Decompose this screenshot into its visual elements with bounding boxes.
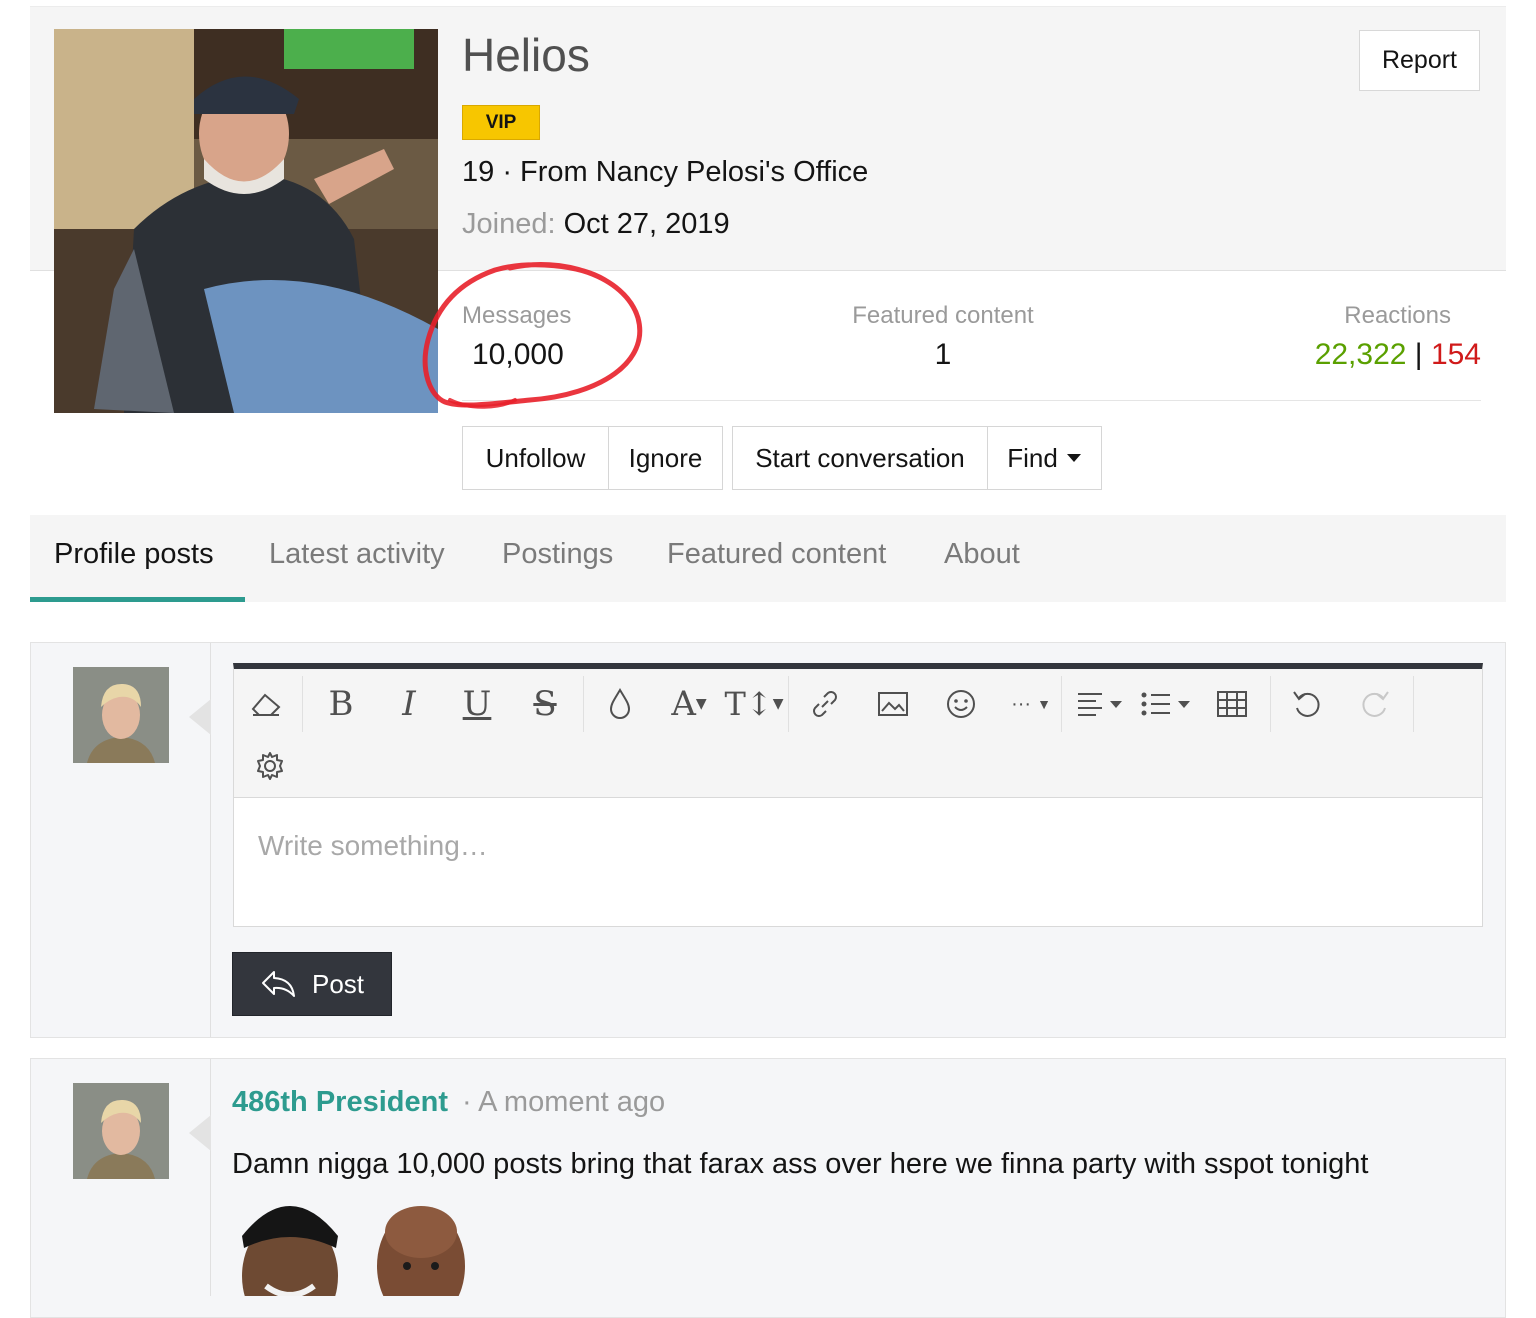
comment-pointer xyxy=(189,1115,211,1151)
person-photo-icon xyxy=(242,1206,338,1296)
tab-postings[interactable]: Postings xyxy=(502,538,613,571)
image-icon[interactable] xyxy=(873,684,913,724)
reply-icon xyxy=(261,971,295,997)
profile-meta: 19 · From Nancy Pelosi's Office xyxy=(462,156,869,188)
reactions-label: Reactions xyxy=(1344,302,1451,329)
text-color-icon[interactable] xyxy=(600,684,640,724)
comment-body: Damn nigga 10,000 posts bring that farax… xyxy=(232,1148,1369,1180)
list-icon[interactable] xyxy=(1140,684,1192,724)
comment-author-link[interactable]: 486th President xyxy=(232,1086,448,1119)
post-button[interactable]: Post xyxy=(232,952,392,1016)
joined-label: Joined: xyxy=(462,208,556,240)
vip-badge: VIP xyxy=(462,105,540,140)
comment-timestamp[interactable]: · A moment ago xyxy=(462,1086,665,1119)
post-text-area[interactable] xyxy=(233,798,1483,927)
reactions-negative: 154 xyxy=(1430,338,1481,371)
annotation-scribble-icon xyxy=(422,262,643,409)
post-placeholder[interactable]: Write something… xyxy=(258,830,488,862)
joined-row: Joined: Oct 27, 2019 xyxy=(462,208,730,241)
joined-date: Oct 27, 2019 xyxy=(563,208,730,240)
comment-image-1[interactable] xyxy=(236,1186,344,1296)
underline-icon[interactable]: U xyxy=(457,684,497,724)
current-user-avatar[interactable] xyxy=(73,667,169,763)
reactions-positive: 22,322 xyxy=(1314,338,1407,371)
post-button-label: Post xyxy=(311,968,365,999)
report-button[interactable]: Report xyxy=(1359,30,1480,91)
caret-down-icon xyxy=(1066,454,1081,462)
settings-icon[interactable] xyxy=(250,746,290,786)
strikethrough-icon[interactable]: S xyxy=(525,684,565,724)
comment-image-2[interactable] xyxy=(375,1196,467,1296)
undo-icon[interactable] xyxy=(1287,684,1327,724)
follow-ignore-group: Unfollow Ignore xyxy=(462,426,723,490)
reactions-separator: | xyxy=(1414,338,1423,371)
featured-content-value[interactable]: 1 xyxy=(843,338,1043,372)
featured-content-label: Featured content xyxy=(852,302,1034,329)
link-icon[interactable] xyxy=(805,684,845,724)
find-button[interactable]: Find xyxy=(987,427,1101,489)
find-label: Find xyxy=(1007,442,1058,473)
profile-photo-icon xyxy=(54,29,438,413)
ignore-button[interactable]: Ignore xyxy=(608,427,722,489)
active-tab-indicator xyxy=(30,597,245,602)
tab-about[interactable]: About xyxy=(944,538,1020,571)
font-size-icon[interactable]: T↕ ▼ xyxy=(725,684,784,724)
profile-username: Helios xyxy=(462,29,590,81)
unfollow-button[interactable]: Unfollow xyxy=(463,427,608,489)
eraser-icon[interactable] xyxy=(246,684,286,724)
italic-icon[interactable]: I xyxy=(389,684,429,724)
tab-featured-content[interactable]: Featured content xyxy=(667,538,886,571)
tab-latest-activity[interactable]: Latest activity xyxy=(269,538,445,571)
user-photo-icon xyxy=(73,667,169,763)
smilie-icon[interactable] xyxy=(941,684,981,724)
reactions-value[interactable]: 22,322 | 154 xyxy=(1231,338,1481,372)
profile-avatar[interactable] xyxy=(54,29,438,413)
table-icon[interactable] xyxy=(1212,684,1252,724)
comment-author-avatar[interactable] xyxy=(73,1083,169,1179)
conversation-find-group: Start conversation Find xyxy=(732,426,1102,490)
start-conversation-button[interactable]: Start conversation xyxy=(733,427,987,489)
toolbar-row-1: B I U S A ▼ T↕ ▼ ··· ▼ xyxy=(246,676,1414,732)
user-photo-icon xyxy=(73,1083,169,1179)
align-icon[interactable] xyxy=(1074,684,1126,724)
comment-separator xyxy=(210,1059,211,1296)
redo-icon xyxy=(1355,684,1395,724)
font-family-icon[interactable]: A ▼ xyxy=(664,684,714,724)
editor-pointer xyxy=(189,699,211,735)
tab-profile-posts[interactable]: Profile posts xyxy=(54,538,214,571)
person-photo-icon xyxy=(377,1206,465,1296)
bold-icon[interactable]: B xyxy=(321,684,361,724)
more-options-icon[interactable]: ··· ▼ xyxy=(1007,684,1055,724)
